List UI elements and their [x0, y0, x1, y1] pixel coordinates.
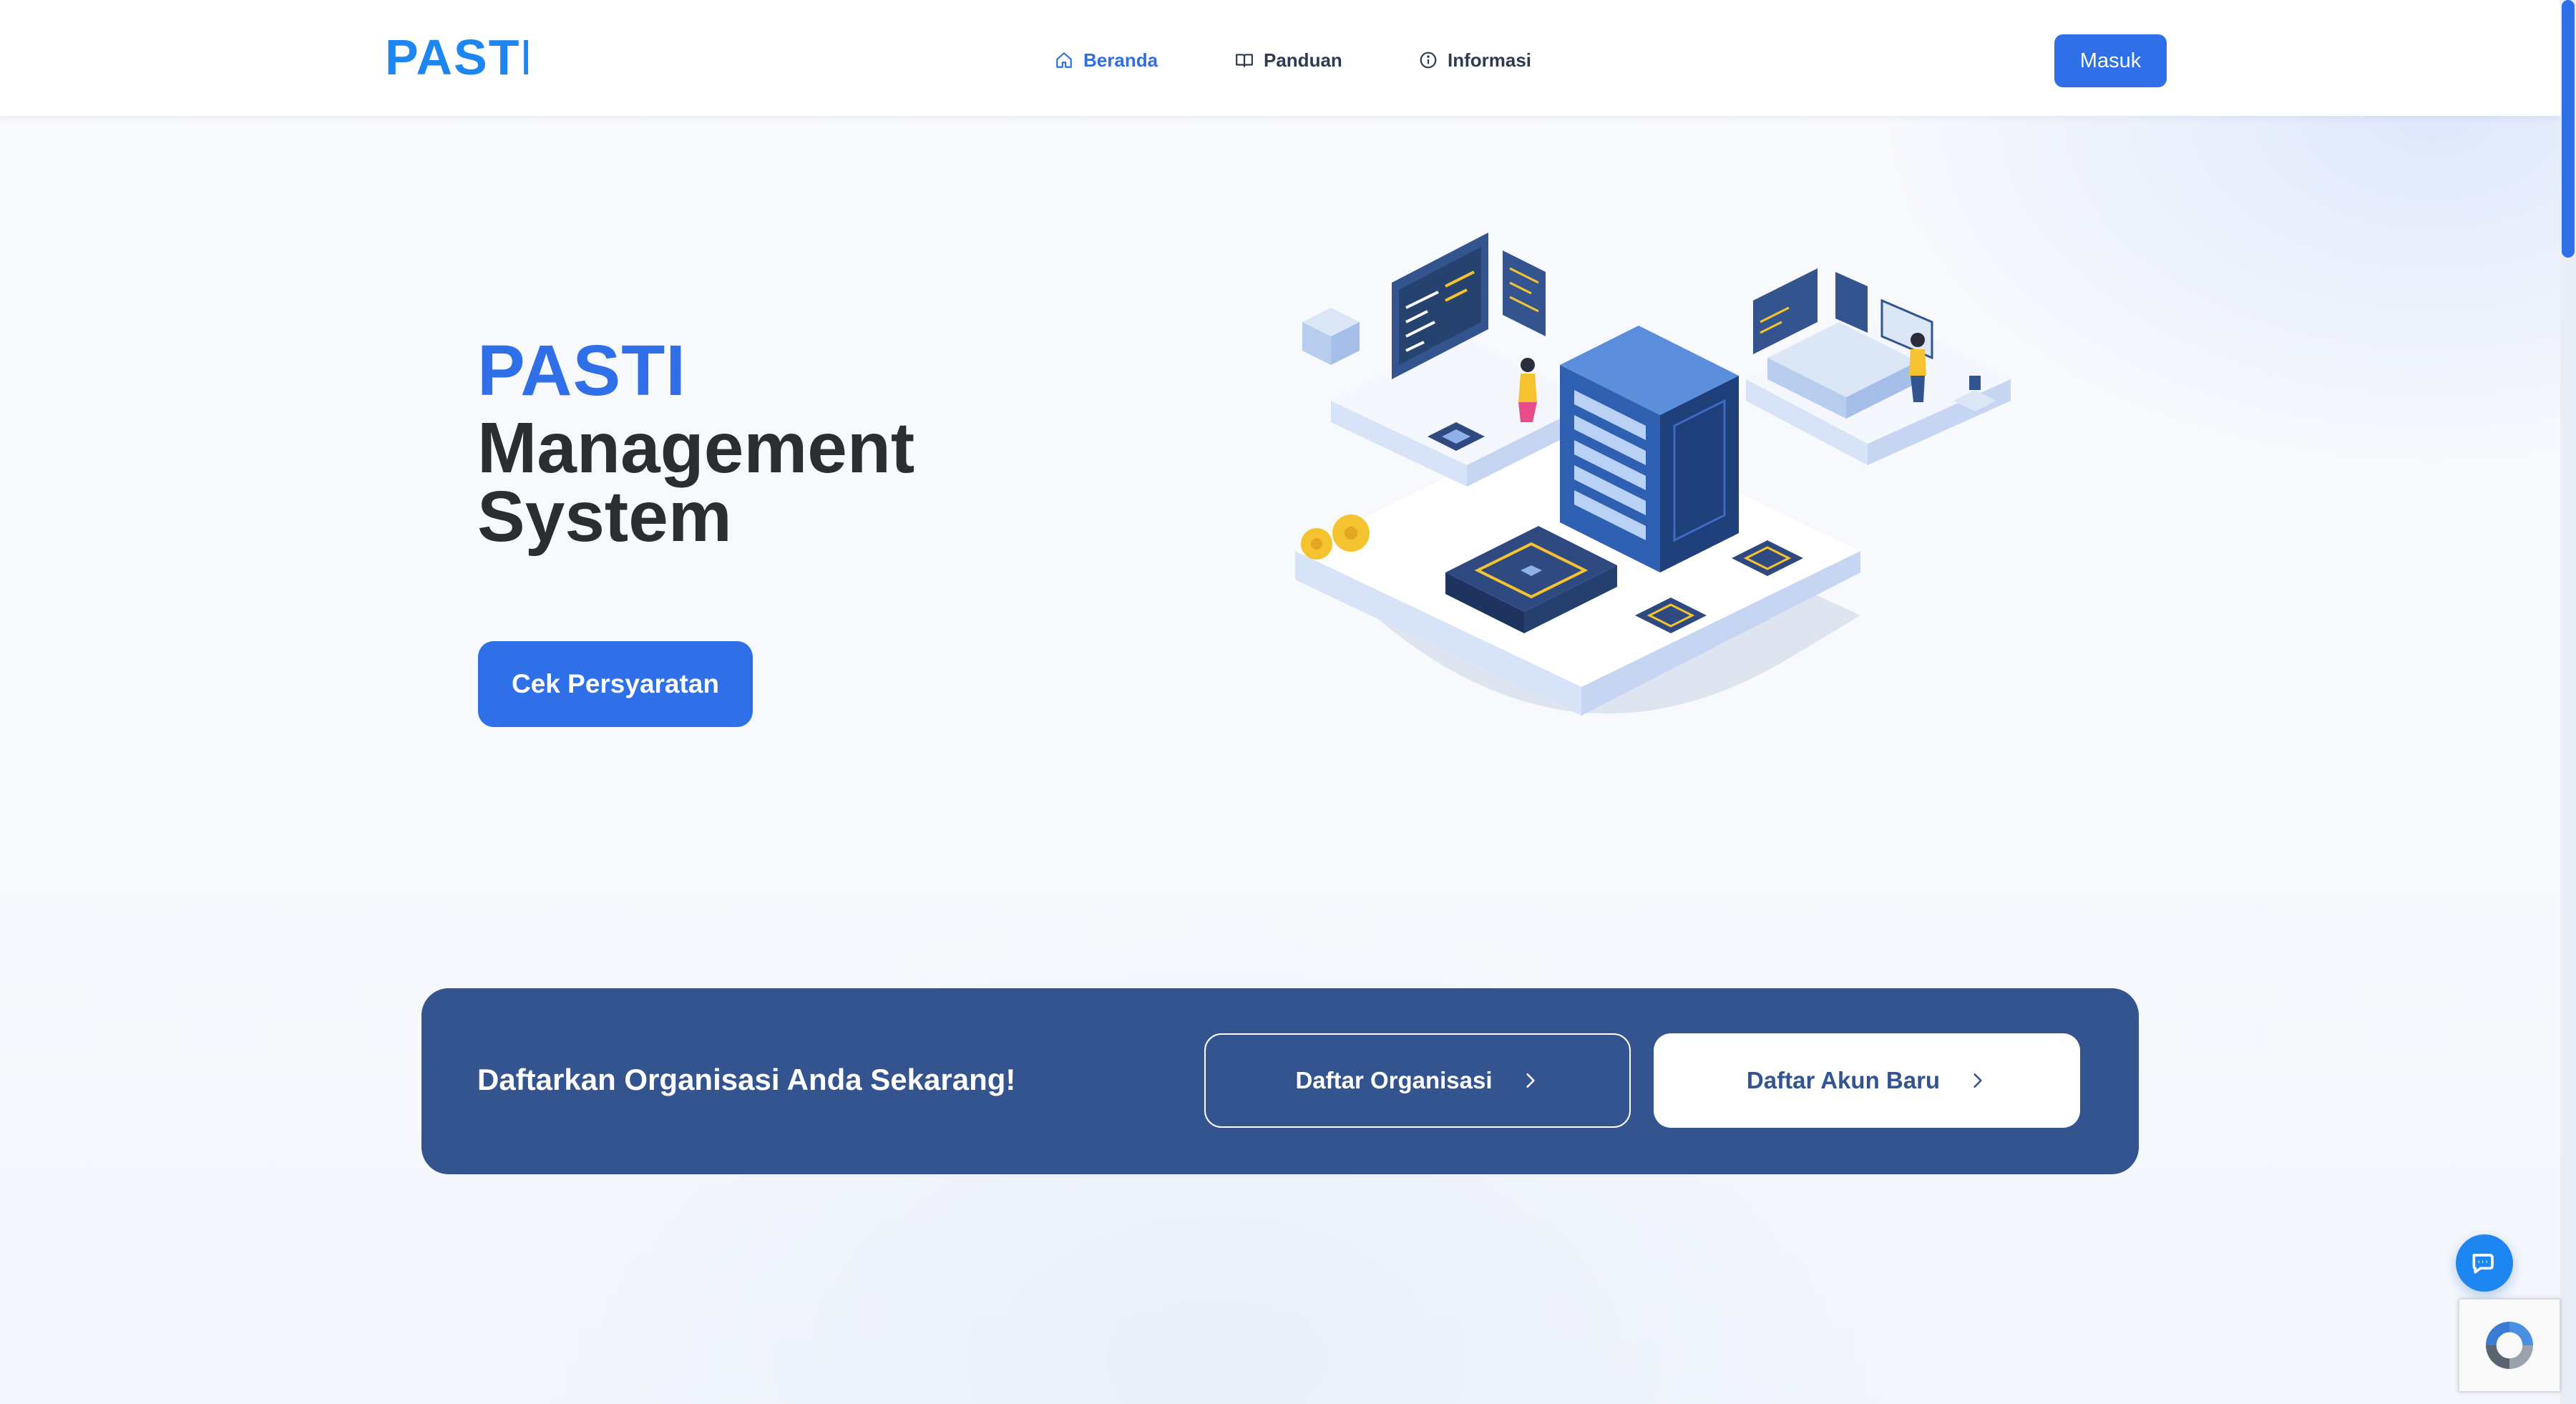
info-icon — [1420, 52, 1437, 69]
chevron-right-icon — [1974, 1073, 1982, 1088]
nav-item-informasi[interactable]: Informasi — [1419, 46, 1531, 74]
top-navbar: PASTI Beranda Panduan Informasi Masuk — [0, 0, 2560, 116]
login-button[interactable]: Masuk — [2054, 34, 2167, 87]
server-room-illustration — [1295, 233, 2011, 716]
page-scrollbar-thumb[interactable] — [2562, 0, 2575, 258]
recaptcha-badge[interactable] — [2459, 1299, 2560, 1392]
chat-bubble-icon — [2472, 1254, 2494, 1274]
chat-button[interactable] — [2456, 1234, 2513, 1292]
nav-label-panduan: Panduan — [1264, 49, 1342, 71]
nav-label-informasi: Informasi — [1448, 49, 1532, 71]
check-requirements-button[interactable]: Cek Persyaratan — [478, 641, 753, 727]
recaptcha-icon — [2486, 1322, 2533, 1369]
register-new-account-button[interactable]: Daftar Akun Baru — [1654, 1033, 2080, 1128]
hero-title-brand: PASTI — [477, 331, 687, 411]
pasti-logo[interactable]: PASTI — [385, 29, 528, 84]
nav-item-beranda[interactable]: Beranda — [1055, 46, 1158, 74]
chevron-right-icon — [1526, 1073, 1535, 1088]
banner-headline: Daftarkan Organisasi Anda Sekarang! — [477, 1063, 1016, 1096]
nav-label-beranda: Beranda — [1083, 49, 1158, 71]
register-banner: Daftarkan Organisasi Anda Sekarang! Daft… — [421, 988, 2139, 1174]
register-organization-button[interactable]: Daftar Organisasi — [1204, 1033, 1631, 1128]
register-organization-label: Daftar Organisasi — [1295, 1067, 1493, 1093]
nav-item-panduan[interactable]: Panduan — [1235, 46, 1342, 74]
hero-title-management: Management — [477, 408, 915, 488]
home-icon — [1056, 52, 1072, 68]
register-new-account-label: Daftar Akun Baru — [1746, 1067, 1941, 1093]
svg-text:PASTI: PASTI — [385, 29, 528, 84]
hero-title-system: System — [477, 477, 732, 557]
book-icon — [1236, 54, 1253, 67]
